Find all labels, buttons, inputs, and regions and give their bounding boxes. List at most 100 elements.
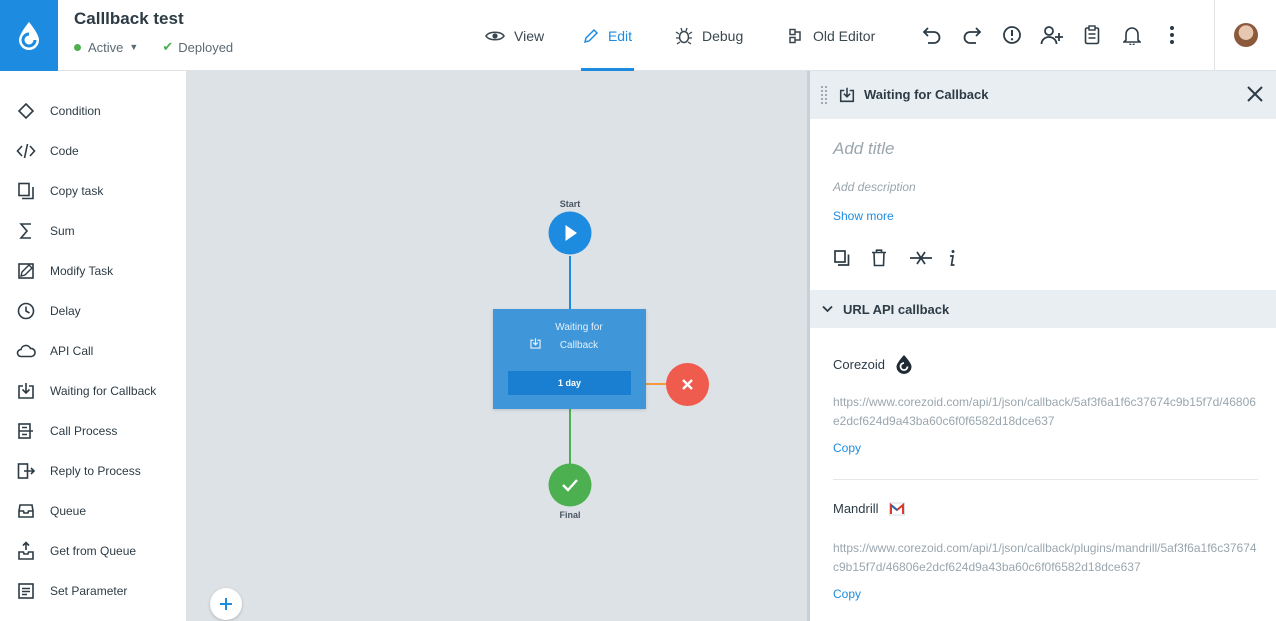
copy-icon xyxy=(834,250,850,266)
status-dropdown[interactable]: Active xyxy=(88,40,123,55)
more-menu-button[interactable] xyxy=(1152,20,1192,50)
redo-button[interactable] xyxy=(952,20,992,50)
drag-handle-icon[interactable] xyxy=(820,85,828,105)
sidebar-item-copy-task[interactable]: Copy task xyxy=(0,171,186,211)
timeout-bar[interactable]: 1 day xyxy=(508,371,631,395)
process-canvas[interactable]: Start Final Waiting for Callback 1 day xyxy=(186,71,807,621)
final-node[interactable] xyxy=(548,463,592,507)
callback-url[interactable]: https://www.corezoid.com/api/1/json/call… xyxy=(833,393,1258,431)
show-more-link[interactable]: Show more xyxy=(833,209,894,223)
sidebar-item-code[interactable]: Code xyxy=(0,131,186,171)
cloud-icon xyxy=(16,344,36,358)
url-callback-section-toggle[interactable]: URL API callback xyxy=(810,290,1276,328)
chevron-down-icon xyxy=(822,305,833,313)
header-divider xyxy=(1214,0,1215,71)
eye-icon xyxy=(485,30,505,41)
clipboard-button[interactable] xyxy=(1072,20,1112,50)
copy-task-icon xyxy=(18,182,34,200)
set-parameter-icon xyxy=(18,583,34,599)
top-header: Calllback test Active ▼ ✔ Deployed View … xyxy=(0,0,1276,71)
sidebar-item-sum[interactable]: Sum xyxy=(0,211,186,251)
header-actions xyxy=(912,20,1192,50)
modify-task-icon xyxy=(18,263,34,279)
disconnect-node-button[interactable] xyxy=(909,246,947,270)
node-palette: Condition Code Copy task Sum Modify Task… xyxy=(0,71,186,621)
start-label: Start xyxy=(559,199,581,209)
sidebar-item-call-process[interactable]: Call Process xyxy=(0,411,186,451)
call-process-icon xyxy=(18,423,33,439)
panel-title: Waiting for Callback xyxy=(864,87,989,102)
info-button[interactable] xyxy=(947,246,985,270)
plus-icon xyxy=(220,598,232,610)
sidebar-item-waiting-for-callback[interactable]: Waiting for Callback xyxy=(0,371,186,411)
alert-icon xyxy=(1003,26,1021,44)
clock-icon xyxy=(17,302,35,320)
callback-icon xyxy=(839,87,855,103)
logo[interactable] xyxy=(0,0,58,71)
tab-old-editor[interactable]: Old Editor xyxy=(788,0,908,71)
redo-icon xyxy=(963,27,982,44)
waiting-for-callback-node[interactable]: Waiting for Callback 1 day xyxy=(493,309,646,409)
tab-debug[interactable]: Debug xyxy=(675,0,788,71)
add-user-button[interactable] xyxy=(1032,20,1072,50)
description-input[interactable]: Add description xyxy=(833,180,916,194)
callback-url[interactable]: https://www.corezoid.com/api/1/json/call… xyxy=(833,539,1258,577)
final-label: Final xyxy=(559,510,581,520)
trash-icon xyxy=(872,249,886,267)
info-icon xyxy=(950,250,955,266)
sidebar-item-get-from-queue[interactable]: Get from Queue xyxy=(0,531,186,571)
sidebar-item-api-call[interactable]: API Call xyxy=(0,331,186,371)
reply-process-icon xyxy=(17,463,36,479)
close-icon[interactable] xyxy=(1246,85,1264,103)
sidebar-item-set-parameter[interactable]: Set Parameter xyxy=(0,571,186,611)
check-icon: ✔ xyxy=(162,39,174,54)
tab-view[interactable]: View xyxy=(480,0,581,71)
add-user-icon xyxy=(1040,26,1063,45)
copy-link-button[interactable]: Copy xyxy=(833,441,861,455)
bell-icon xyxy=(1123,27,1141,45)
notifications-button[interactable] xyxy=(1112,20,1152,50)
sidebar-item-queue[interactable]: Queue xyxy=(0,491,186,531)
alert-button[interactable] xyxy=(992,20,1032,50)
copy-node-button[interactable] xyxy=(833,246,871,270)
mode-nav: View Edit Debug Old Editor xyxy=(480,0,908,71)
title-input[interactable]: Add title xyxy=(833,139,894,159)
divider xyxy=(833,479,1258,480)
code-icon xyxy=(16,143,36,159)
node-title: Waiting for Callback xyxy=(493,319,646,355)
bug-icon xyxy=(675,27,693,45)
clipboard-icon xyxy=(1084,25,1100,45)
copy-link-button[interactable]: Copy xyxy=(833,587,861,601)
get-queue-icon xyxy=(18,541,34,560)
undo-icon xyxy=(922,27,941,44)
undo-button[interactable] xyxy=(912,20,952,50)
sigma-icon xyxy=(19,223,31,239)
process-title[interactable]: Calllback test xyxy=(74,9,184,29)
sidebar-item-reply-to-process[interactable]: Reply to Process xyxy=(0,451,186,491)
pencil-icon xyxy=(583,28,598,43)
condition-icon xyxy=(17,102,35,120)
add-node-button[interactable] xyxy=(210,588,242,620)
corezoid-logo-icon xyxy=(896,355,912,374)
status-dot-icon xyxy=(74,43,81,51)
more-vertical-icon xyxy=(1170,26,1174,44)
old-editor-icon xyxy=(789,28,801,43)
sidebar-item-delay[interactable]: Delay xyxy=(0,291,186,331)
sidebar-item-modify-task[interactable]: Modify Task xyxy=(0,251,186,291)
drop-logo-icon xyxy=(19,21,39,50)
callback-icon xyxy=(530,338,541,349)
delete-node-button[interactable] xyxy=(871,246,909,270)
callback-name: Mandrill xyxy=(833,501,905,516)
callback-icon xyxy=(18,383,34,399)
chevron-down-icon[interactable]: ▼ xyxy=(129,42,138,52)
callback-name: Corezoid xyxy=(833,354,913,374)
disconnect-icon xyxy=(910,251,932,265)
node-toolbar xyxy=(833,246,985,270)
status-row: Active ▼ ✔ Deployed xyxy=(74,39,233,55)
sidebar-item-condition[interactable]: Condition xyxy=(0,91,186,131)
mandrill-logo-icon xyxy=(888,502,905,515)
panel-header: Waiting for Callback xyxy=(810,71,1276,119)
deploy-status: Deployed xyxy=(178,39,234,55)
tab-edit[interactable]: Edit xyxy=(581,0,634,71)
avatar[interactable] xyxy=(1234,23,1258,47)
